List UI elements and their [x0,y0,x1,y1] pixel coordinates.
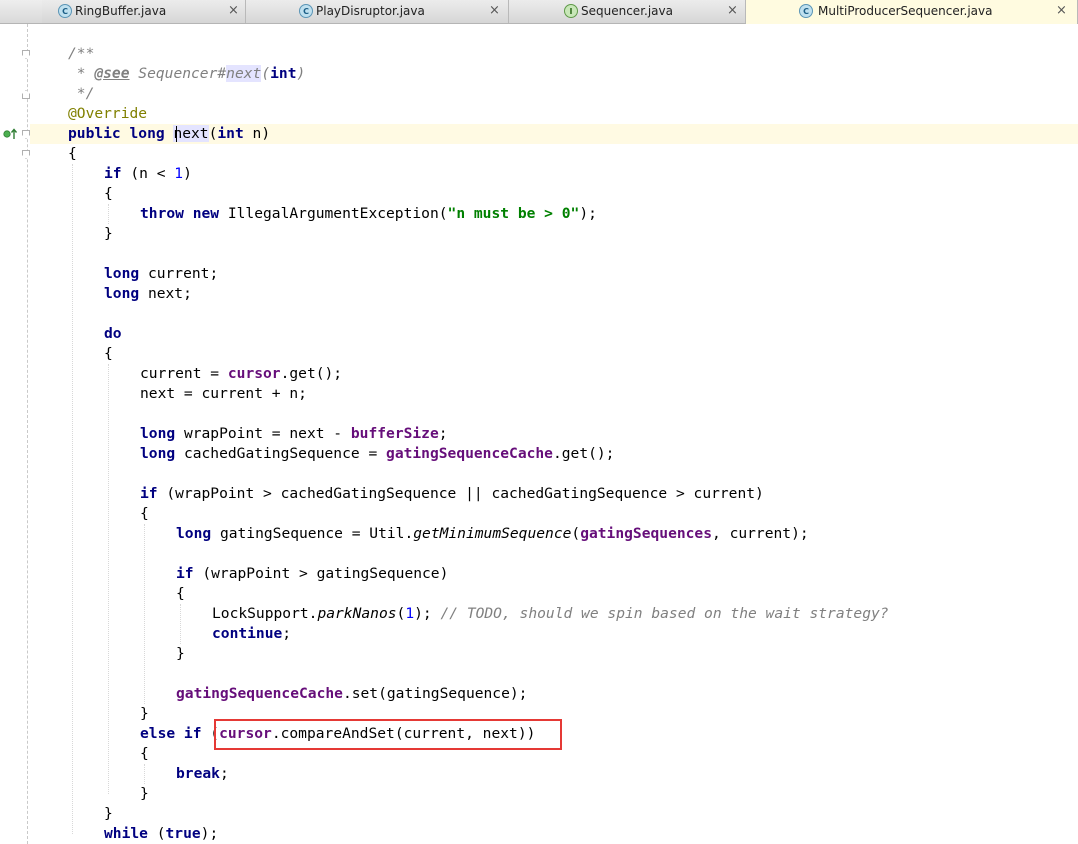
text-caret [176,126,177,142]
code-line: if (n < 1) [104,165,192,182]
code-line: continue; [212,625,292,642]
code-line: { [68,145,77,162]
code-line: { [104,185,113,202]
code-line: { [176,585,185,602]
code-line: throw new IllegalArgumentException("n mu… [140,205,597,222]
code-line: long wrapPoint = next - bufferSize; [140,425,448,442]
code-line: while (true); [104,825,219,842]
code-line: if (wrapPoint > cachedGatingSequence || … [140,485,764,502]
code-line: gatingSequenceCache.set(gatingSequence); [176,685,528,702]
code-line: long current; [104,265,219,282]
code-line: current = cursor.get(); [140,365,343,382]
code-line: } [140,785,149,802]
code-line: do [104,325,122,342]
code-line: long cachedGatingSequence = gatingSequen… [140,445,615,462]
code-line: @Override [68,105,148,122]
code-line: } [140,705,149,722]
code-line: { [140,745,149,762]
code-line: long next; [104,285,192,302]
code-line: LockSupport.parkNanos(1); // TODO, shoul… [212,605,889,622]
code-line: if (wrapPoint > gatingSequence) [176,565,449,582]
code-line: { [104,345,113,362]
code-line: next = current + n; [140,385,307,402]
code-line: { [140,505,149,522]
code-line: /** [68,45,95,62]
code-line: } [104,805,113,822]
code-line: */ [68,85,95,102]
code-line: long gatingSequence = Util.getMinimumSeq… [176,525,809,542]
code-line: * @see Sequencer#next(int) [68,65,306,82]
code-line: public long next(int n) [68,125,271,142]
code-line: } [104,225,113,242]
highlight-annotation-box [214,719,562,750]
code-editor[interactable]: /** * @see Sequencer#next(int) */ @Overr… [0,0,1078,844]
code-line: } [176,645,185,662]
code-line: break; [176,765,229,782]
